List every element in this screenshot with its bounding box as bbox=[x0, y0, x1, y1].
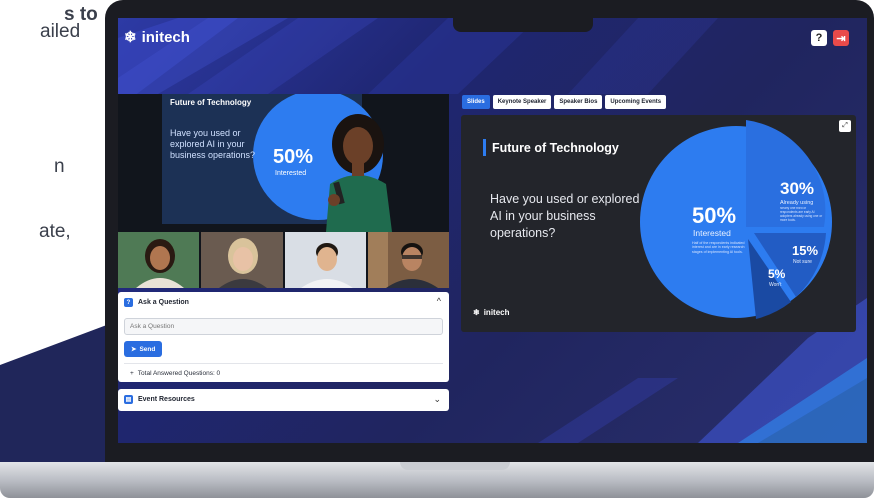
video-slide-label: Interested bbox=[275, 170, 307, 177]
slide-logo: ❄ initech bbox=[473, 308, 509, 317]
participant-thumbnail[interactable] bbox=[118, 232, 200, 288]
participant-thumbnail[interactable] bbox=[201, 232, 283, 288]
pie-label-interested: Interested bbox=[693, 228, 731, 238]
pie-label-not-sure: Not sure bbox=[793, 259, 812, 265]
logout-button[interactable]: ⇥ bbox=[833, 30, 849, 46]
app-screen: ❄ initech ? ⇥ Future of Technology Have … bbox=[118, 18, 867, 443]
question-input[interactable] bbox=[124, 318, 443, 335]
event-resources-title: Event Resources bbox=[138, 396, 195, 403]
pie-label-percent-interested: 50% bbox=[692, 203, 736, 228]
help-button[interactable]: ? bbox=[811, 30, 827, 46]
chevron-down-icon[interactable]: ⌄ bbox=[433, 394, 441, 405]
ask-question-panel: ? Ask a Question ^ ➤ Send + Total Answer… bbox=[118, 292, 449, 382]
copy-line-4: ate, bbox=[39, 221, 71, 242]
logout-icon: ⇥ bbox=[836, 32, 846, 45]
slide-title: Future of Technology bbox=[492, 141, 619, 155]
help-circle-icon: ? bbox=[815, 32, 823, 44]
participant-avatar bbox=[201, 232, 283, 288]
decorative-shape bbox=[0, 320, 120, 470]
pie-label-wont: Won't bbox=[769, 282, 782, 288]
document-icon: ▤ bbox=[124, 395, 133, 404]
snowflake-logo-icon: ❄ bbox=[473, 308, 480, 317]
tab-speaker-bios[interactable]: Speaker Bios bbox=[554, 95, 603, 109]
question-bubble-icon: ? bbox=[124, 298, 133, 307]
marketing-copy: s to ailed n ate, bbox=[0, 0, 110, 300]
pie-label-already-using: Already using bbox=[780, 200, 813, 206]
participant-avatar bbox=[284, 232, 366, 288]
video-slide-title: Future of Technology bbox=[170, 98, 252, 107]
ask-question-title: Ask a Question bbox=[138, 299, 189, 306]
send-button[interactable]: ➤ Send bbox=[124, 341, 163, 357]
participant-thumbnails bbox=[118, 232, 449, 288]
participant-avatar bbox=[118, 232, 200, 288]
keynote-speaker-image bbox=[326, 114, 392, 232]
send-arrow-icon: ➤ bbox=[131, 346, 137, 353]
answered-questions-toggle[interactable]: + Total Answered Questions: 0 bbox=[130, 370, 220, 377]
chevron-up-icon[interactable]: ^ bbox=[437, 296, 441, 306]
title-accent-bar bbox=[483, 139, 486, 156]
slide-logo-text: initech bbox=[483, 308, 510, 317]
ask-question-header[interactable]: ? Ask a Question bbox=[124, 298, 189, 307]
event-resources-header[interactable]: ▤ Event Resources bbox=[124, 395, 195, 404]
brand-logo: ❄ initech bbox=[124, 29, 190, 46]
pie-note-interested: Half of the respondents indicated intere… bbox=[692, 241, 745, 254]
plus-icon: + bbox=[130, 370, 134, 377]
pie-label-percent-wont: 5% bbox=[768, 267, 786, 281]
pie-label-percent-already-using: 30% bbox=[780, 179, 814, 198]
pie-note-already-using-wrap: Nearly one third of respondents are earl… bbox=[780, 207, 823, 222]
video-slide-question: Have you used or explored AI in your bus… bbox=[170, 128, 256, 160]
content-tabs: Slides Keynote Speaker Speaker Bios Upco… bbox=[462, 95, 667, 109]
pie-note-already-using: Nearly one third of respondents are earl… bbox=[780, 207, 823, 222]
pie-label-percent-not-sure: 15% bbox=[792, 243, 818, 258]
slide-question: Have you used or explored AI in your bus… bbox=[490, 192, 640, 240]
presentation-slide: ⤢ Future of Technology Have you used or … bbox=[461, 115, 856, 332]
snowflake-logo-icon: ❄ bbox=[124, 29, 137, 46]
participant-avatar bbox=[367, 232, 449, 288]
page: s to ailed n ate, ❄ initech ? ⇥ Future o… bbox=[0, 0, 874, 498]
participant-thumbnail[interactable] bbox=[284, 232, 366, 288]
main-video-feed[interactable]: Future of Technology Have you used or ex… bbox=[118, 94, 449, 232]
tab-slides[interactable]: Slides bbox=[462, 95, 490, 109]
divider bbox=[124, 363, 443, 364]
brand-name: initech bbox=[141, 29, 190, 46]
send-label: Send bbox=[139, 345, 156, 353]
poll-pie-chart: 50% Interested Half of the respondents i… bbox=[640, 120, 832, 319]
pie-note-interested-wrap: Half of the respondents indicated intere… bbox=[692, 241, 745, 254]
answered-questions-count: Total Answered Questions: 0 bbox=[137, 370, 221, 377]
copy-line-2: ailed bbox=[40, 21, 81, 42]
participant-thumbnail[interactable] bbox=[367, 232, 449, 288]
tab-keynote-speaker[interactable]: Keynote Speaker bbox=[492, 95, 552, 109]
copy-line-3: n bbox=[54, 156, 65, 177]
tab-upcoming-events[interactable]: Upcoming Events bbox=[605, 95, 667, 109]
event-resources-panel[interactable]: ▤ Event Resources ⌄ bbox=[118, 389, 449, 411]
camera-notch bbox=[453, 18, 593, 32]
laptop-base-notch bbox=[400, 462, 510, 470]
